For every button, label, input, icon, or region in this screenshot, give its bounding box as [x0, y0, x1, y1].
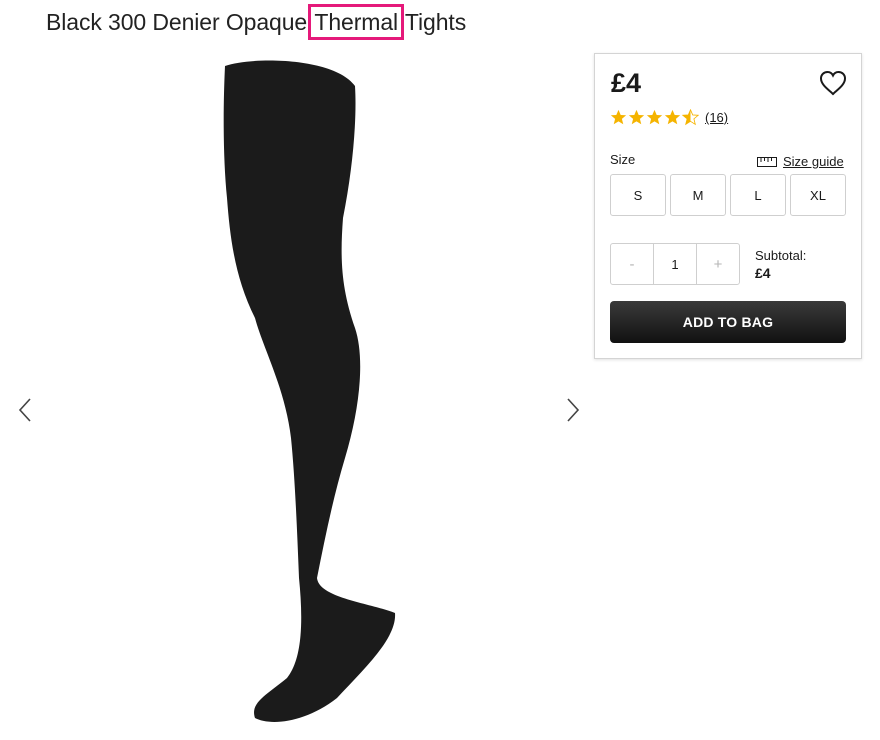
- gallery-prev-button[interactable]: [14, 395, 36, 425]
- star-icon: [610, 109, 627, 125]
- gallery-next-button[interactable]: [562, 395, 584, 425]
- quantity-increment-button[interactable]: +: [697, 244, 739, 284]
- quantity-value[interactable]: 1: [653, 244, 697, 284]
- star-icon: [646, 109, 663, 125]
- subtotal-label: Subtotal:: [755, 248, 807, 263]
- star-icon: [628, 109, 645, 125]
- size-guide-text: Size guide: [783, 154, 844, 169]
- image-gallery: [0, 50, 600, 740]
- product-image: [223, 60, 396, 722]
- star-icon: [664, 109, 681, 125]
- size-button-xl[interactable]: XL: [790, 174, 846, 216]
- size-options: S M L XL: [610, 174, 846, 216]
- subtotal-value: £4: [755, 265, 771, 281]
- buy-box: £4 (16) Size Size guide S M L XL - 1 + S…: [594, 53, 862, 359]
- chevron-left-icon: [18, 398, 31, 422]
- product-price: £4: [611, 68, 642, 98]
- title-text-before: Black 300 Denier Opaque: [46, 9, 314, 35]
- ruler-icon: [757, 156, 777, 167]
- title-text-after: Tights: [399, 9, 467, 35]
- quantity-decrement-button[interactable]: -: [611, 244, 653, 284]
- product-rating: (16): [610, 109, 728, 126]
- quantity-stepper: - 1 +: [610, 243, 740, 285]
- heart-icon[interactable]: [819, 70, 847, 96]
- size-button-l[interactable]: L: [730, 174, 786, 216]
- title-highlight: Thermal: [308, 4, 405, 40]
- size-button-s[interactable]: S: [610, 174, 666, 216]
- add-to-bag-button[interactable]: ADD TO BAG: [610, 301, 846, 343]
- size-guide-link[interactable]: Size guide: [757, 154, 844, 169]
- review-count-link[interactable]: (16): [705, 110, 728, 125]
- chevron-right-icon: [567, 398, 580, 422]
- product-title: Black 300 Denier Opaque Thermal Tights: [46, 4, 467, 40]
- star-half-icon: [682, 109, 699, 126]
- rating-stars: [610, 109, 699, 126]
- size-label: Size: [610, 152, 636, 167]
- size-button-m[interactable]: M: [670, 174, 726, 216]
